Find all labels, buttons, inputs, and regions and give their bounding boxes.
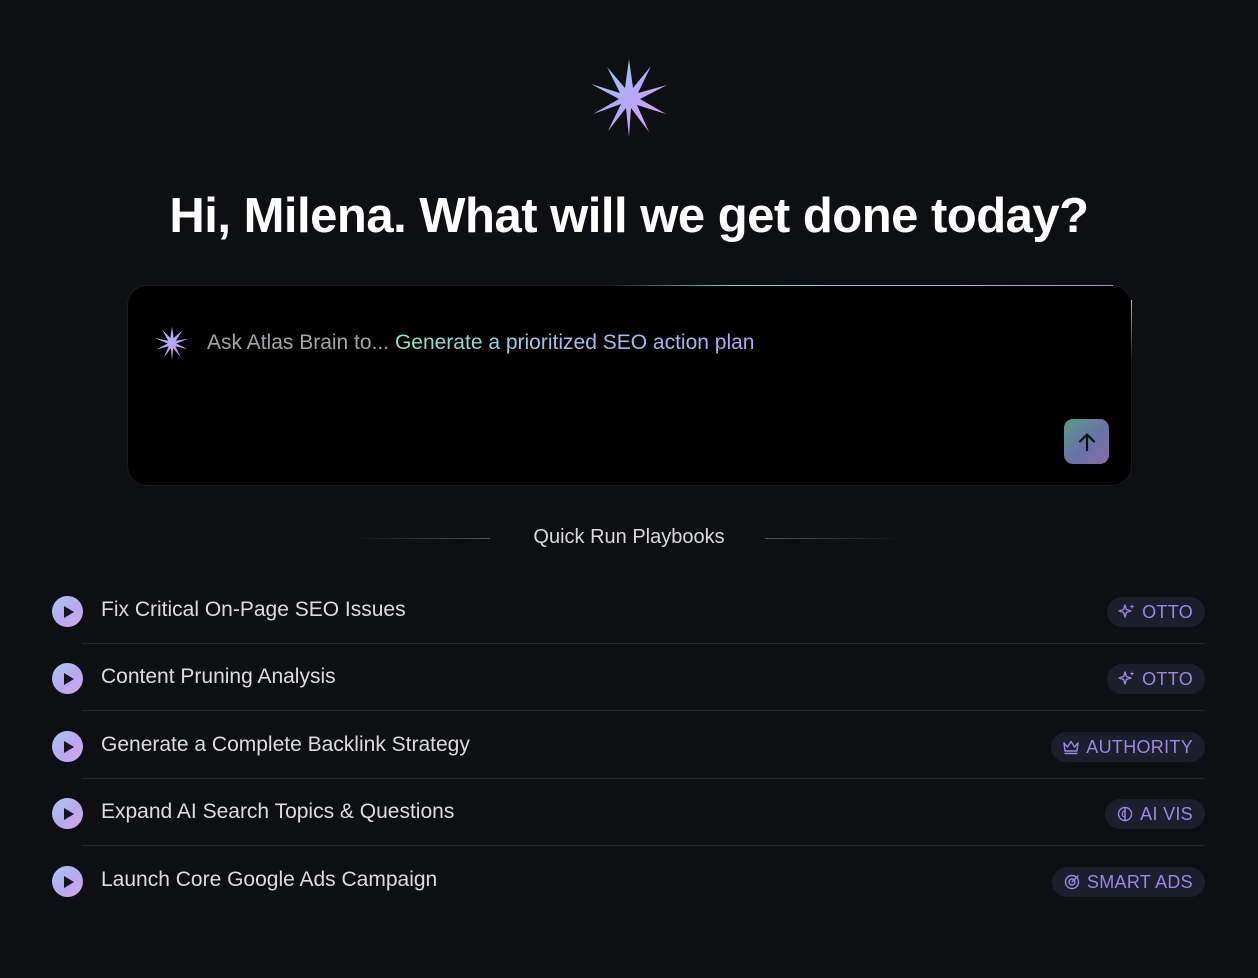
atlas-logo <box>589 58 669 138</box>
playbook-title[interactable]: Generate a Complete Backlink Strategy <box>101 733 470 757</box>
play-icon[interactable] <box>52 866 83 897</box>
play-icon[interactable] <box>52 798 83 829</box>
playbook-item-google-ads[interactable]: Launch Core Google Ads Campaign SMART AD… <box>52 847 1205 914</box>
badge-label: OTTO <box>1142 668 1193 689</box>
playbook-title[interactable]: Fix Critical On-Page SEO Issues <box>101 598 406 622</box>
playbook-badge-otto: OTTO <box>1107 597 1205 627</box>
playbook-title[interactable]: Content Pruning Analysis <box>101 665 336 689</box>
sparkles-icon <box>1118 671 1135 685</box>
play-icon[interactable] <box>52 663 83 694</box>
playbook-title[interactable]: Launch Core Google Ads Campaign <box>101 868 437 892</box>
badge-label: AUTHORITY <box>1086 736 1193 757</box>
badge-label: AI VIS <box>1140 803 1193 824</box>
quick-run-heading: Quick Run Playbooks <box>533 526 725 548</box>
playbook-badge-authority: AUTHORITY <box>1051 732 1205 762</box>
row-divider <box>82 710 1205 711</box>
brain-icon <box>1117 806 1133 822</box>
prompt-glow-right <box>1131 300 1132 360</box>
playbook-item-fix-onpage-seo[interactable]: Fix Critical On-Page SEO Issues OTTO <box>52 577 1205 644</box>
target-icon <box>1064 874 1080 890</box>
prompt-suggestion[interactable]: Generate a prioritized SEO action plan <box>395 331 755 354</box>
prompt-input[interactable]: Ask Atlas Brain to... Generate a priorit… <box>207 331 754 355</box>
prompt-prefix: Ask Atlas Brain to... <box>207 331 390 354</box>
sparkle-star-icon <box>150 321 194 365</box>
crown-icon <box>1063 740 1079 755</box>
prompt-box[interactable]: Ask Atlas Brain to... Generate a priorit… <box>127 285 1132 486</box>
playbook-title[interactable]: Expand AI Search Topics & Questions <box>101 800 454 824</box>
playbook-badge-otto: OTTO <box>1107 664 1205 694</box>
playbook-badge-smart-ads: SMART ADS <box>1051 867 1205 897</box>
badge-label: SMART ADS <box>1086 871 1193 892</box>
row-divider <box>82 845 1205 846</box>
send-button[interactable] <box>1064 419 1109 464</box>
sparkle-star-icon <box>591 59 667 137</box>
badge-label: OTTO <box>1142 601 1193 622</box>
playbook-badge-ai-vis: AI VIS <box>1105 799 1205 829</box>
arrow-up-icon <box>1078 432 1095 451</box>
playbook-item-backlink-strategy[interactable]: Generate a Complete Backlink Strategy AU… <box>52 712 1205 779</box>
prompt-glow-top <box>608 285 1113 286</box>
greeting-heading: Hi, Milena. What will we get done today? <box>169 189 1089 243</box>
playbook-item-ai-search-topics[interactable]: Expand AI Search Topics & Questions AI V… <box>52 779 1205 846</box>
divider-line-right <box>765 538 905 539</box>
play-icon[interactable] <box>52 731 83 762</box>
playbook-item-content-pruning[interactable]: Content Pruning Analysis OTTO <box>52 644 1205 711</box>
play-icon[interactable] <box>52 596 83 627</box>
sparkles-icon <box>1118 604 1135 618</box>
